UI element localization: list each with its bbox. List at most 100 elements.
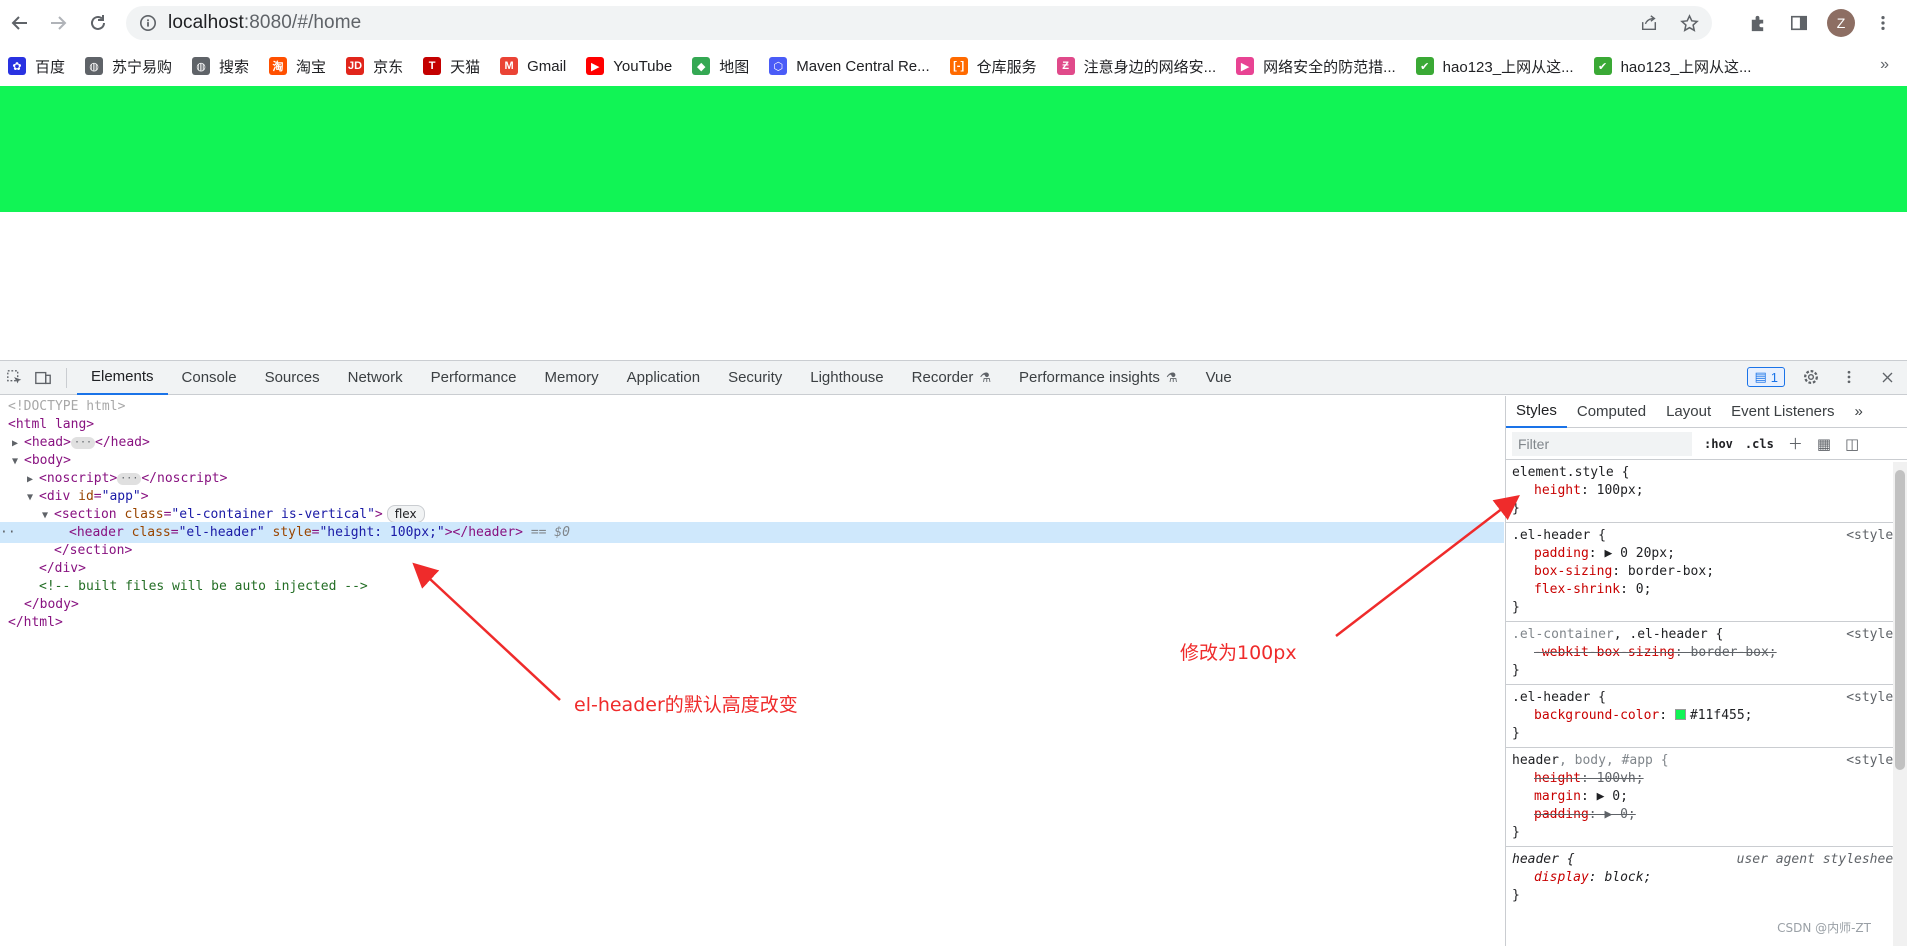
bookmark-label: 搜索 xyxy=(219,58,250,76)
declaration-height-100vh[interactable]: height: 100vh; xyxy=(1512,770,1901,788)
tab-label: Security xyxy=(728,369,783,386)
declaration-padding-0[interactable]: padding: ▶ 0; xyxy=(1512,806,1901,824)
styles-scrollbar[interactable] xyxy=(1893,462,1907,946)
tab-security[interactable]: Security xyxy=(714,361,796,395)
declaration-padding[interactable]: padding: ▶ 0 20px; xyxy=(1512,545,1901,563)
tab-vue[interactable]: Vue xyxy=(1192,361,1246,395)
experimental-flask-icon: ⚗ xyxy=(979,369,992,385)
bookmark-item[interactable]: ◍ 苏宁易购 xyxy=(85,56,172,77)
header-close-tag: ></header> xyxy=(444,525,523,540)
flex-badge[interactable]: flex xyxy=(386,505,425,523)
bookmark-item[interactable]: ✔ hao123_上网从这... xyxy=(1415,56,1574,77)
styles-tab-layout[interactable]: Layout xyxy=(1656,396,1721,428)
close-devtools-icon[interactable] xyxy=(1875,365,1899,389)
tab-network[interactable]: Network xyxy=(334,361,417,395)
div-tag: <div xyxy=(39,489,79,504)
bookmark-item[interactable]: JD 京东 xyxy=(346,56,403,77)
tab-recorder[interactable]: Recorder ⚗ xyxy=(898,361,1005,395)
bookmark-item[interactable]: Ƶ 注意身边的网络安... xyxy=(1056,56,1216,77)
declaration-background-color[interactable]: background-color: #11f455; xyxy=(1512,707,1901,725)
annotation-left-text: el-header的默认高度改变 xyxy=(574,694,798,716)
rule-el-header-1[interactable]: .el-header { <style> padding: ▶ 0 20px; … xyxy=(1506,523,1907,622)
rule-header-body-app[interactable]: header, body, #app { <style> height: 100… xyxy=(1506,748,1907,847)
tab-performance-insights[interactable]: Performance insights ⚗ xyxy=(1005,361,1192,395)
hov-toggle[interactable]: :hov xyxy=(1704,437,1733,451)
address-bar[interactable]: localhost:8080/#/home xyxy=(126,6,1712,40)
styles-tab-event-listeners[interactable]: Event Listeners xyxy=(1721,396,1844,428)
bookmark-item[interactable]: ✿ 百度 xyxy=(8,56,65,77)
tab-lighthouse[interactable]: Lighthouse xyxy=(796,361,897,395)
styles-tabs-overflow-button[interactable]: » xyxy=(1845,396,1873,428)
color-swatch-icon[interactable] xyxy=(1674,709,1686,720)
declaration-box-sizing[interactable]: box-sizing: border-box; xyxy=(1512,563,1901,581)
bookmark-item[interactable]: ✔ hao123_上网从这... xyxy=(1593,56,1751,77)
device-toolbar-icon[interactable] xyxy=(30,365,56,391)
bookmark-item[interactable]: ◆ 地图 xyxy=(692,56,749,77)
selected-marker: == $0 xyxy=(523,525,570,540)
bookmark-item[interactable]: ⬡ Maven Central Re... xyxy=(769,57,930,75)
bookmarks-overflow-button[interactable]: » xyxy=(1880,56,1889,74)
bookmark-item[interactable]: 淘淘宝 xyxy=(269,56,326,77)
bookmark-star-icon[interactable] xyxy=(1678,12,1700,34)
side-panel-icon[interactable] xyxy=(1785,9,1813,37)
rule-header-user-agent[interactable]: header { user agent stylesheet display: … xyxy=(1506,847,1907,909)
browser-toolbar: localhost:8080/#/home Z xyxy=(0,0,1907,46)
customize-menu-icon[interactable] xyxy=(1837,365,1861,389)
inspect-element-icon[interactable] xyxy=(2,365,28,391)
styles-tab-computed[interactable]: Computed xyxy=(1567,396,1656,428)
bookmark-item[interactable]: M Gmail xyxy=(500,57,566,75)
tab-label: Console xyxy=(181,369,237,386)
extensions-puzzle-icon[interactable] xyxy=(1743,9,1771,37)
hao123-icon: ✔ xyxy=(1593,57,1612,75)
bookmark-item[interactable]: [-] 仓库服务 xyxy=(949,56,1037,77)
styles-tabs: Styles Computed Layout Event Listeners» xyxy=(1506,396,1907,428)
bookmark-item[interactable]: T 天猫 xyxy=(423,56,480,77)
info-icon[interactable] xyxy=(138,13,158,33)
tab-console[interactable]: Console xyxy=(168,361,251,395)
declaration-flex-shrink[interactable]: flex-shrink: 0; xyxy=(1512,581,1901,599)
rule-element-style[interactable]: element.style { height: 100px; } xyxy=(1506,460,1907,523)
profile-avatar[interactable]: Z xyxy=(1827,9,1855,37)
tab-sources[interactable]: Sources xyxy=(251,361,334,395)
tab-application[interactable]: Application xyxy=(613,361,714,395)
toggle-sidebar-icon[interactable]: ◫ xyxy=(1845,435,1859,453)
declaration-display[interactable]: display: block; xyxy=(1512,869,1901,887)
tab-memory[interactable]: Memory xyxy=(531,361,613,395)
bookmark-label: 网络安全的防范措... xyxy=(1263,58,1396,76)
kebab-menu-icon[interactable] xyxy=(1869,9,1897,37)
declaration-height[interactable]: height: 100px; xyxy=(1512,482,1901,500)
collapsed-ellipsis-icon[interactable]: ··· xyxy=(70,436,96,449)
bookmark-item[interactable]: ▶ YouTube xyxy=(586,57,672,75)
reload-button[interactable] xyxy=(80,5,116,41)
dom-html-close[interactable]: </html> xyxy=(0,612,1504,633)
bookmark-label: 苏宁易购 xyxy=(112,58,173,76)
bookmark-item[interactable]: ◍ 搜索 xyxy=(192,56,249,77)
bookmark-item[interactable]: ▶ 网络安全的防范措... xyxy=(1236,56,1396,77)
issues-badge[interactable]: ▤ 1 xyxy=(1747,367,1785,387)
settings-gear-icon[interactable] xyxy=(1799,365,1823,389)
html-open-tag: <html lang> xyxy=(8,417,95,432)
new-rule-plus-icon[interactable]: ＋ xyxy=(1788,433,1803,454)
rule-el-header-2[interactable]: .el-header { <style> background-color: #… xyxy=(1506,685,1907,748)
styles-tab-styles[interactable]: Styles xyxy=(1506,396,1567,428)
tabbar-divider xyxy=(66,367,67,388)
cls-toggle[interactable]: .cls xyxy=(1745,437,1774,451)
tab-performance[interactable]: Performance xyxy=(417,361,531,395)
forward-button[interactable] xyxy=(40,5,76,41)
rule-el-container-el-header[interactable]: .el-container, .el-header { <style> -web… xyxy=(1506,622,1907,685)
styles-filter-input[interactable]: Filter xyxy=(1512,431,1692,456)
back-button[interactable] xyxy=(2,5,38,41)
header-style-value: "height: 100px;" xyxy=(319,525,445,540)
tab-elements[interactable]: Elements xyxy=(77,361,168,395)
bookmark-label: Gmail xyxy=(527,57,567,75)
paint-brush-icon[interactable]: ▦ xyxy=(1817,435,1831,453)
scrollbar-thumb[interactable] xyxy=(1895,470,1905,770)
url-text[interactable]: localhost:8080/#/home xyxy=(168,12,361,34)
declaration-webkit-box-sizing[interactable]: -webkit-box-sizing: border-box; xyxy=(1512,644,1901,662)
styles-sidebar: Styles Computed Layout Event Listeners» Fil… xyxy=(1505,396,1907,946)
collapsed-ellipsis-icon[interactable]: ··· xyxy=(117,472,142,485)
body-open-tag: <body> xyxy=(24,453,71,468)
declaration-margin[interactable]: margin: ▶ 0; xyxy=(1512,788,1901,806)
header-style-attr: style xyxy=(272,525,312,540)
share-icon[interactable] xyxy=(1638,12,1660,34)
